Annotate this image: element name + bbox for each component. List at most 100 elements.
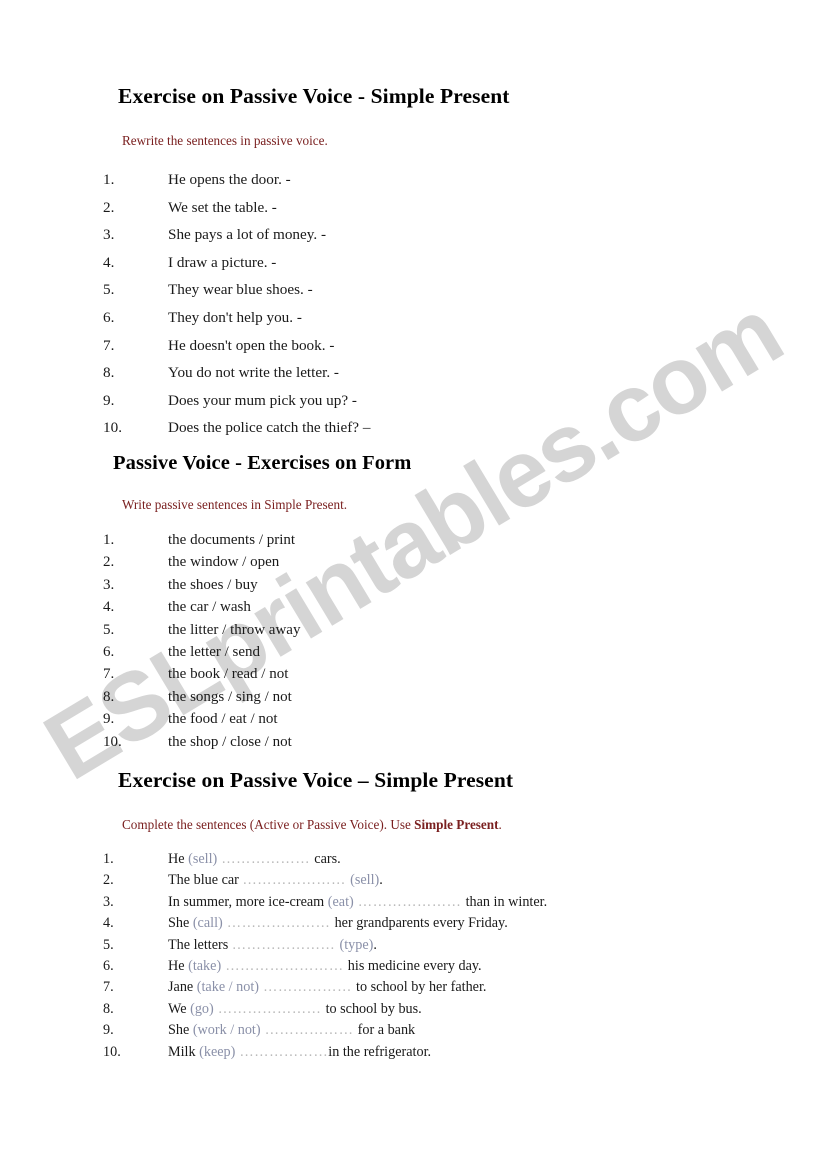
item-text-after: . bbox=[373, 936, 377, 953]
item-text-after: his medicine every day. bbox=[347, 958, 482, 975]
verb-hint: (sell) bbox=[350, 872, 380, 889]
item-text: the litter / throw away bbox=[168, 621, 301, 638]
item-text-after: in the refrigerator. bbox=[328, 1043, 432, 1060]
section-2-list: 1. the documents / print 2. the window /… bbox=[0, 529, 821, 753]
item-number: 1. bbox=[103, 851, 114, 867]
item-number: 9. bbox=[103, 1022, 114, 1039]
item-text-before: He bbox=[168, 851, 189, 867]
item-text-after: to school by bus. bbox=[325, 1000, 422, 1017]
item-text-before: We bbox=[168, 1000, 191, 1017]
item-text: the book / read / not bbox=[168, 666, 289, 683]
answer-blank[interactable]: …………………… bbox=[221, 958, 348, 974]
section-3-list: 1. He (sell) ……………… cars. 2. The blue car … bbox=[0, 849, 821, 1063]
item-text-before: The letters bbox=[168, 936, 232, 953]
item-text: the songs / sing / not bbox=[168, 688, 292, 705]
item-text-before: She bbox=[168, 1022, 193, 1039]
list-item: 6. the letter / send bbox=[0, 641, 821, 663]
item-text-before: The blue car bbox=[168, 872, 243, 889]
list-item: 9. the food / eat / not bbox=[0, 708, 821, 730]
item-number: 10. bbox=[103, 419, 122, 437]
section-3-heading: Exercise on Passive Voice – Simple Prese… bbox=[118, 768, 514, 792]
item-text-after: to school by her father. bbox=[356, 979, 487, 996]
item-number: 8. bbox=[103, 364, 115, 382]
list-item: 5. They wear blue shoes. - bbox=[0, 276, 821, 304]
item-number: 5. bbox=[103, 281, 115, 299]
list-item: 5. the litter / throw away bbox=[0, 619, 821, 641]
section-1-instruction: Rewrite the sentences in passive voice. bbox=[122, 133, 328, 148]
item-number: 3. bbox=[103, 226, 115, 244]
list-item: 4. She (call) ………………… her grandparents ev… bbox=[0, 913, 821, 934]
list-item: 9. Does your mum pick you up? - bbox=[0, 387, 821, 415]
list-item: 2. The blue car ………………… (sell). bbox=[0, 870, 821, 891]
answer-blank[interactable]: ………………… bbox=[354, 894, 466, 910]
list-item: 10. the shop / close / not bbox=[0, 731, 821, 753]
item-text: I draw a picture. - bbox=[168, 253, 277, 271]
answer-blank[interactable]: ……………… bbox=[217, 851, 314, 867]
item-text-after: for a bank bbox=[357, 1022, 416, 1039]
item-text: They wear blue shoes. - bbox=[168, 281, 313, 299]
item-text: You do not write the letter. - bbox=[168, 364, 339, 382]
item-text: She pays a lot of money. - bbox=[168, 226, 327, 244]
item-number: 10. bbox=[103, 1043, 121, 1060]
item-text: the car / wash bbox=[168, 599, 251, 616]
item-number: 6. bbox=[103, 644, 115, 661]
list-item: 4. I draw a picture. - bbox=[0, 249, 821, 277]
list-item: 6. They don't help you. - bbox=[0, 304, 821, 332]
item-number: 6. bbox=[103, 308, 115, 326]
list-item: 7. Jane (take / not) ……………… to school by … bbox=[0, 977, 821, 998]
list-item: 6. He (take) …………………… his medicine every … bbox=[0, 956, 821, 977]
answer-blank[interactable]: ………………… bbox=[232, 937, 340, 953]
item-text-before: Jane bbox=[168, 979, 197, 996]
item-number: 1. bbox=[103, 532, 115, 548]
item-text: the shop / close / not bbox=[168, 733, 292, 750]
item-text-after: her grandparents every Friday. bbox=[334, 915, 508, 932]
section-1-list: 1. He opens the door. - 2. We set the ta… bbox=[0, 166, 821, 442]
section-2-instruction: Write passive sentences in Simple Presen… bbox=[122, 497, 348, 512]
item-text-before: Milk bbox=[168, 1043, 200, 1060]
section-3-instruction: Complete the sentences (Active or Passiv… bbox=[0, 817, 821, 833]
item-number: 7. bbox=[103, 666, 115, 683]
item-text: the documents / print bbox=[168, 532, 296, 548]
item-number: 5. bbox=[103, 936, 114, 953]
item-number: 9. bbox=[103, 391, 115, 409]
item-number: 2. bbox=[103, 198, 115, 216]
verb-hint: (keep) bbox=[199, 1043, 236, 1060]
answer-blank[interactable]: ………………… bbox=[223, 915, 335, 931]
item-text: He opens the door. - bbox=[168, 171, 291, 188]
worksheet-page: Exercise on Passive Voice - Simple Prese… bbox=[0, 0, 821, 1169]
verb-hint: (take / not) bbox=[196, 979, 260, 996]
answer-blank[interactable]: ……………… bbox=[261, 1022, 358, 1038]
verb-hint: (sell) bbox=[188, 851, 218, 867]
item-text: the food / eat / not bbox=[168, 711, 278, 728]
verb-hint: (work / not) bbox=[192, 1022, 261, 1039]
item-number: 1. bbox=[103, 171, 115, 188]
item-number: 6. bbox=[103, 958, 114, 975]
list-item: 3. the shoes / buy bbox=[0, 574, 821, 596]
verb-hint: (go) bbox=[190, 1000, 214, 1017]
instruction-emphasis: Simple Present bbox=[414, 817, 499, 832]
verb-hint: (call) bbox=[192, 915, 223, 932]
instruction-prefix: Complete the sentences (Active or Passiv… bbox=[122, 817, 415, 832]
answer-blank[interactable]: ……………… bbox=[259, 979, 356, 995]
list-item: 10. Does the police catch the thief? – bbox=[0, 414, 821, 442]
item-number: 7. bbox=[103, 979, 114, 996]
answer-blank[interactable]: ………………… bbox=[242, 872, 350, 888]
item-text: the letter / send bbox=[168, 644, 261, 661]
instruction-suffix: . bbox=[498, 817, 502, 832]
answer-blank[interactable]: ………………… bbox=[214, 1001, 326, 1017]
item-number: 3. bbox=[103, 576, 115, 593]
item-number: 3. bbox=[103, 893, 114, 910]
item-text-after: . bbox=[379, 872, 383, 889]
item-text: the shoes / buy bbox=[168, 576, 258, 593]
section-passive-voice-exercises-on-form: Passive Voice - Exercises on Form Write … bbox=[0, 452, 821, 753]
list-item: 10. Milk (keep) ………………in the refrigerator… bbox=[0, 1042, 821, 1063]
list-item: 7. He doesn't open the book. - bbox=[0, 332, 821, 360]
list-item: 1. He (sell) ……………… cars. bbox=[0, 849, 821, 870]
item-text-before: In summer, more ice-cream bbox=[168, 893, 328, 910]
list-item: 8. We (go) ………………… to school by bus. bbox=[0, 999, 821, 1020]
answer-blank[interactable]: ……………… bbox=[235, 1044, 328, 1060]
item-text-before: She bbox=[168, 915, 193, 932]
item-number: 10. bbox=[103, 733, 122, 750]
section-2-heading: Passive Voice - Exercises on Form bbox=[113, 452, 412, 474]
item-number: 9. bbox=[103, 711, 115, 728]
